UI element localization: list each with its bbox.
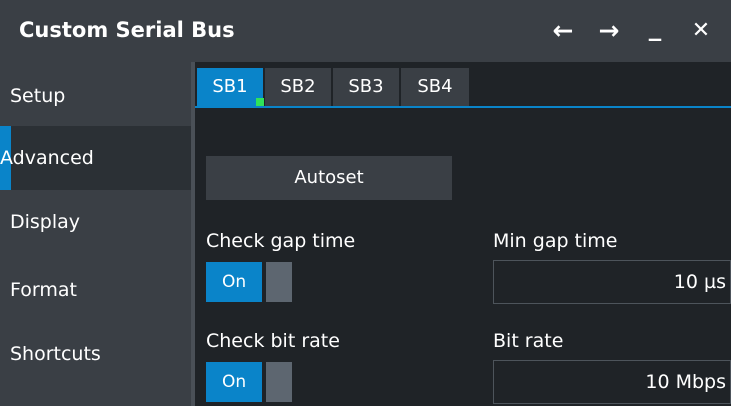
tab-sb1[interactable]: SB1 (197, 68, 264, 106)
sidebar-item-label: Format (10, 279, 77, 301)
sidebar-item-label: Shortcuts (10, 343, 101, 365)
window-title: Custom Serial Bus (19, 18, 235, 42)
back-arrow-icon[interactable]: ← (548, 16, 578, 46)
tab-bar: SB1 SB2 SB3 SB4 (195, 62, 731, 108)
forward-arrow-icon[interactable]: → (594, 16, 624, 46)
main-panel: SB1 SB2 SB3 SB4 Autoset Check gap time O… (195, 62, 731, 406)
toggle-state: On (206, 262, 264, 302)
sidebar-item-label: Advanced (0, 147, 94, 169)
autoset-button[interactable]: Autoset (206, 156, 452, 200)
bit-rate-label: Bit rate (493, 330, 564, 352)
close-icon[interactable]: ✕ (686, 16, 716, 46)
active-indicator-icon (256, 98, 264, 106)
sidebar-item-shortcuts[interactable]: Shortcuts (0, 322, 191, 386)
sidebar-item-label: Setup (10, 85, 66, 107)
sidebar-item-format[interactable]: Format (0, 258, 191, 322)
tab-sb3[interactable]: SB3 (333, 68, 399, 106)
check-gap-time-label: Check gap time (206, 230, 356, 252)
title-bar: Custom Serial Bus ← → _ ✕ (0, 0, 731, 62)
min-gap-time-label: Min gap time (493, 230, 618, 252)
sidebar-item-display[interactable]: Display (0, 190, 191, 254)
min-gap-time-field[interactable]: 10 µs (493, 260, 731, 304)
tab-sb4[interactable]: SB4 (401, 68, 469, 106)
minimize-icon[interactable]: _ (640, 12, 670, 42)
bit-rate-field[interactable]: 10 Mbps (493, 360, 731, 404)
toggle-knob (266, 362, 292, 402)
tab-label: SB2 (280, 76, 316, 97)
tab-label: SB3 (348, 76, 384, 97)
tab-label: SB4 (417, 76, 453, 97)
toggle-state: On (206, 362, 264, 402)
sidebar-item-label: Display (10, 211, 81, 233)
sidebar: Setup Advanced Display Format Shortcuts (0, 62, 191, 406)
check-bit-rate-label: Check bit rate (206, 330, 340, 352)
check-bit-rate-toggle[interactable]: On (206, 362, 292, 402)
toggle-knob (266, 262, 292, 302)
sidebar-item-advanced[interactable]: Advanced (0, 126, 191, 190)
tab-label: SB1 (212, 76, 248, 97)
sidebar-item-setup[interactable]: Setup (0, 64, 191, 128)
tab-sb2[interactable]: SB2 (265, 68, 331, 106)
check-gap-time-toggle[interactable]: On (206, 262, 292, 302)
